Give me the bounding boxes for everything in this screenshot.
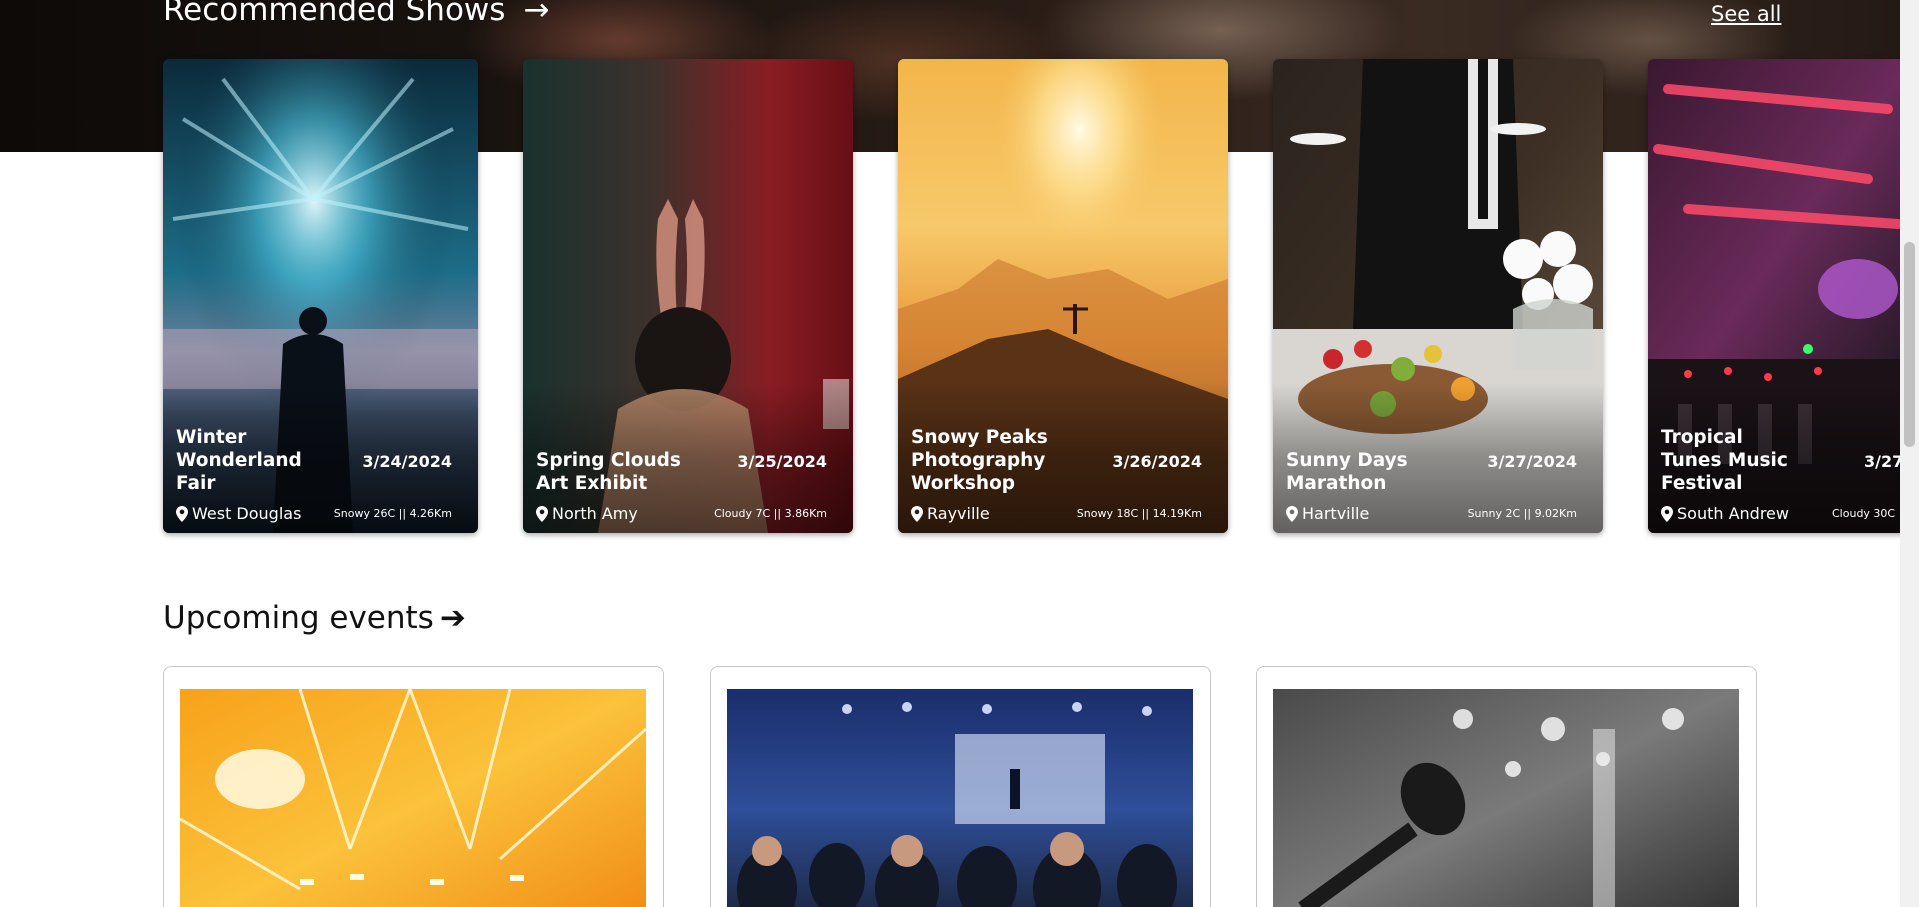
show-card[interactable]: Snowy Peaks Photography Workshop 3/26/20…: [898, 59, 1228, 533]
event-image-stage-lasers: [180, 689, 646, 907]
location-name: Hartville: [1302, 504, 1370, 523]
show-weather-distance: Snowy 18C || 14.19Km: [1076, 507, 1202, 520]
map-pin-icon: [176, 505, 188, 522]
show-title: Winter Wonderland Fair: [176, 427, 302, 494]
page-scrollbar[interactable]: [1900, 0, 1919, 907]
show-location: North Amy: [536, 504, 638, 523]
map-pin-icon: [911, 505, 923, 522]
show-card[interactable]: Spring Clouds Art Exhibit 3/25/2024 Nort…: [523, 59, 853, 533]
upcoming-events-heading[interactable]: Upcoming events ➔: [163, 600, 466, 636]
show-card[interactable]: Winter Wonderland Fair 3/24/2024 West Do…: [163, 59, 478, 533]
show-location: Rayville: [911, 504, 990, 523]
recommended-shows-heading[interactable]: Recommended Shows →: [163, 0, 549, 28]
show-title: Sunny Days Marathon: [1286, 450, 1408, 494]
show-card[interactable]: Tropical Tunes Music Festival 3/27/2024 …: [1648, 59, 1919, 533]
show-title: Spring Clouds Art Exhibit: [536, 450, 681, 494]
see-all-link[interactable]: See all: [1711, 2, 1781, 26]
show-location: West Douglas: [176, 504, 301, 523]
event-image: [180, 689, 646, 907]
show-title: Tropical Tunes Music Festival: [1661, 427, 1788, 494]
show-date: 3/26/2024: [1112, 452, 1202, 471]
recommended-shows-title: Recommended Shows: [163, 0, 506, 28]
map-pin-icon: [1661, 505, 1673, 522]
show-date: 3/24/2024: [362, 452, 452, 471]
map-pin-icon: [1286, 505, 1298, 522]
page: Recommended Shows → See all Winter Wonde…: [0, 0, 1919, 907]
event-image-conference: [727, 689, 1193, 907]
arrow-right-icon: ➔: [439, 600, 466, 636]
show-date: 3/25/2024: [737, 452, 827, 471]
event-card[interactable]: [1256, 666, 1757, 907]
upcoming-events-title: Upcoming events: [163, 600, 434, 636]
location-name: West Douglas: [192, 504, 302, 523]
arrow-right-icon: →: [523, 0, 550, 28]
show-location: South Andrew: [1661, 504, 1789, 523]
show-weather-distance: Cloudy 7C || 3.86Km: [714, 507, 827, 520]
map-pin-icon: [536, 505, 548, 522]
show-title: Snowy Peaks Photography Workshop: [911, 427, 1048, 494]
location-name: Rayville: [927, 504, 990, 523]
event-image: [1273, 689, 1739, 907]
location-name: North Amy: [552, 504, 638, 523]
show-location: Hartville: [1286, 504, 1369, 523]
location-name: South Andrew: [1677, 504, 1789, 523]
event-card[interactable]: [710, 666, 1211, 907]
show-card[interactable]: Sunny Days Marathon 3/27/2024 Hartville …: [1273, 59, 1603, 533]
event-image-microphone: [1273, 689, 1739, 907]
scrollbar-thumb[interactable]: [1904, 242, 1915, 447]
event-card[interactable]: [163, 666, 664, 907]
show-date: 3/27/2024: [1487, 452, 1577, 471]
show-weather-distance: Sunny 2C || 9.02Km: [1467, 507, 1577, 520]
show-weather-distance: Snowy 26C || 4.26Km: [333, 507, 452, 520]
event-image: [727, 689, 1193, 907]
